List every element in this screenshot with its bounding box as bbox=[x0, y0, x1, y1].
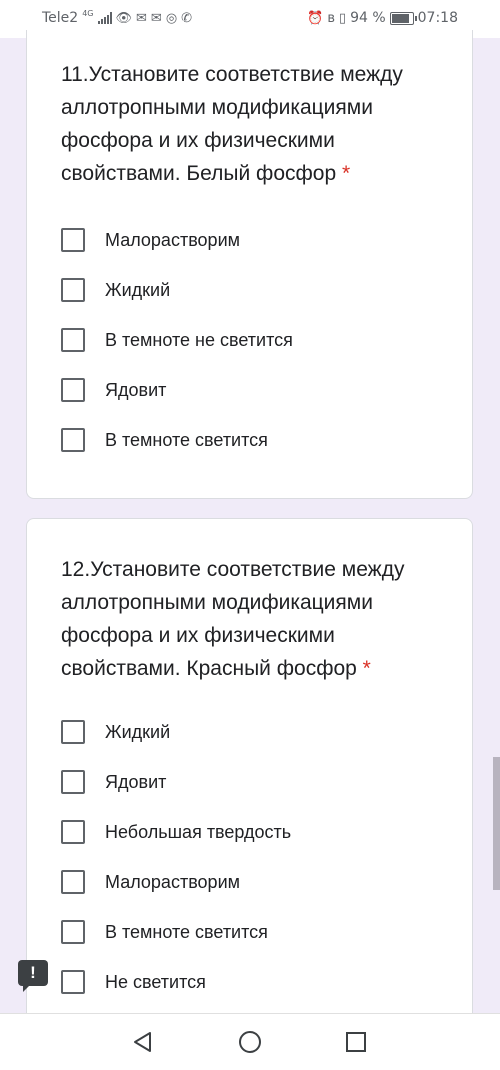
checkbox[interactable] bbox=[61, 920, 85, 944]
email-icon: ✉ bbox=[136, 10, 147, 26]
question-title-text: 11.Установите соответствие между аллотро… bbox=[61, 63, 403, 185]
required-asterisk: * bbox=[362, 657, 371, 680]
checkbox[interactable] bbox=[61, 428, 85, 452]
question-card-12: 12.Установите соответствие между аллотро… bbox=[26, 518, 473, 1038]
option-row[interactable]: Малорастворим bbox=[61, 867, 240, 897]
status-left: Tele2 4G 👁 ✉ ✉ ◎ ✆ bbox=[42, 9, 193, 27]
carrier-label: Tele2 bbox=[42, 10, 79, 26]
option-label: В темноте светится bbox=[105, 921, 268, 942]
option-row[interactable]: В темноте светится bbox=[61, 917, 268, 947]
option-row[interactable]: Малорастворим bbox=[61, 225, 240, 255]
scrollbar-thumb[interactable] bbox=[493, 757, 500, 890]
option-label: Жидкий bbox=[105, 721, 171, 742]
option-label: Малорастворим bbox=[105, 871, 240, 892]
question-title: 11.Установите соответствие между аллотро… bbox=[61, 58, 451, 190]
checkbox[interactable] bbox=[61, 870, 85, 894]
report-icon: ! bbox=[30, 963, 36, 982]
option-row[interactable]: В темноте не светится bbox=[61, 325, 293, 355]
checkbox[interactable] bbox=[61, 278, 85, 302]
recent-apps-icon[interactable] bbox=[344, 1030, 368, 1054]
instagram-icon: ◎ bbox=[165, 10, 178, 26]
battery-percent: 94 % bbox=[350, 10, 386, 26]
option-row[interactable]: Ядовит bbox=[61, 375, 166, 405]
option-label: Не светится bbox=[105, 971, 206, 992]
option-label: В темноте не светится bbox=[105, 329, 293, 350]
option-row[interactable]: Ядовит bbox=[61, 767, 166, 797]
checkbox[interactable] bbox=[61, 970, 85, 994]
vibrate-icon: ▯ bbox=[338, 10, 347, 26]
alarm-icon: ⏰ bbox=[307, 10, 324, 26]
status-right: ⏰ ʙ ▯ 94 % 07:18 bbox=[307, 10, 458, 26]
option-row[interactable]: Жидкий bbox=[61, 275, 170, 305]
question-card-11: 11.Установите соответствие между аллотро… bbox=[26, 30, 473, 499]
checkbox[interactable] bbox=[61, 228, 85, 252]
checkbox[interactable] bbox=[61, 770, 85, 794]
back-icon[interactable] bbox=[131, 1030, 155, 1054]
bluetooth-icon: ʙ bbox=[327, 10, 335, 26]
report-problem-button[interactable]: ! bbox=[18, 960, 48, 992]
option-row[interactable]: Жидкий bbox=[61, 717, 170, 747]
question-title: 12.Установите соответствие между аллотро… bbox=[61, 553, 451, 685]
home-icon[interactable] bbox=[238, 1030, 262, 1054]
option-label: Ядовит bbox=[105, 771, 167, 792]
signal-icon bbox=[97, 12, 112, 24]
battery-icon bbox=[389, 11, 417, 25]
navigation-bar bbox=[0, 1013, 500, 1070]
whatsapp-icon: ✆ bbox=[181, 10, 193, 26]
option-row[interactable]: Не светится bbox=[61, 967, 206, 997]
option-label: В темноте светится bbox=[105, 429, 268, 450]
clock: 07:18 bbox=[417, 10, 458, 26]
required-asterisk: * bbox=[342, 162, 351, 185]
checkbox[interactable] bbox=[61, 328, 85, 352]
option-label: Небольшая твердость bbox=[105, 821, 292, 842]
checkbox[interactable] bbox=[61, 378, 85, 402]
option-label: Жидкий bbox=[105, 279, 171, 300]
checkbox[interactable] bbox=[61, 720, 85, 744]
option-row[interactable]: В темноте светится bbox=[61, 425, 268, 455]
option-label: Малорастворим bbox=[105, 229, 240, 250]
question-title-text: 12.Установите соответствие между аллотро… bbox=[61, 558, 405, 680]
eye-icon: 👁 bbox=[115, 10, 133, 26]
network-type-label: 4G bbox=[82, 9, 94, 18]
mail-icon: ✉ bbox=[150, 10, 162, 26]
option-label: Ядовит bbox=[105, 379, 167, 400]
checkbox[interactable] bbox=[61, 820, 85, 844]
option-row[interactable]: Небольшая твердость bbox=[61, 817, 291, 847]
